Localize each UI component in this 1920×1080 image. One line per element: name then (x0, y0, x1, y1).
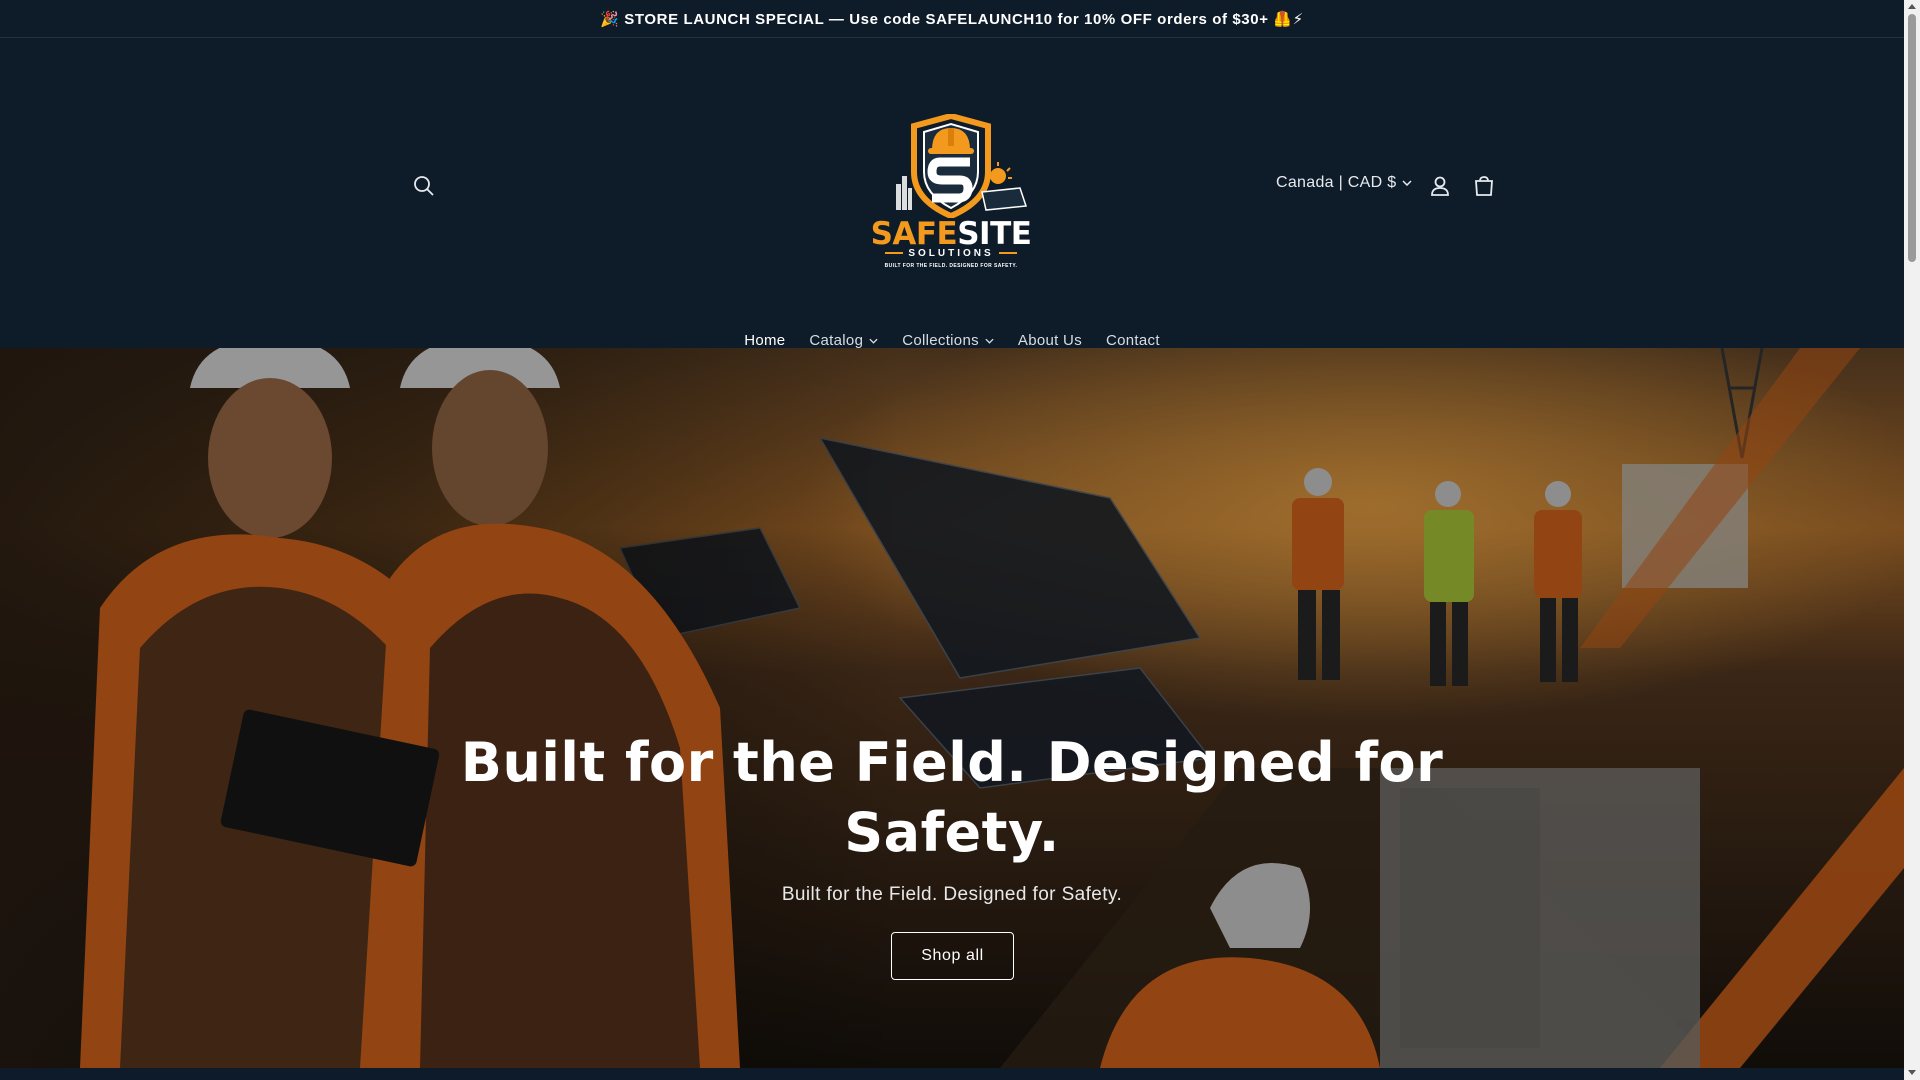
nav-item-collections[interactable]: Collections (890, 332, 1006, 349)
cart-icon[interactable] (1466, 168, 1502, 204)
logo-wordmark: SAFESITE (870, 216, 1032, 252)
hero-subtitle: Built for the Field. Designed for Safety… (781, 884, 1123, 905)
chevron-down-icon (869, 338, 878, 344)
logo-subtitle: SOLUTIONS (870, 248, 1032, 259)
scroll-down-arrow-icon[interactable] (1908, 1070, 1916, 1075)
nav-item-contact[interactable]: Contact (1094, 332, 1172, 349)
shield-emblem-icon (896, 112, 1028, 220)
hero-banner: Built for the Field. Designed for Safety… (0, 348, 1904, 1068)
page: 🎉 STORE LAUNCH SPECIAL — Use code SAFELA… (0, 0, 1904, 1080)
shop-all-button[interactable]: Shop all (891, 932, 1014, 980)
site-logo[interactable]: SAFESITE SOLUTIONS BUILT FOR THE FIELD. … (870, 112, 1032, 274)
logo-tagline: BUILT FOR THE FIELD. DESIGNED FOR SAFETY… (884, 263, 1018, 269)
nav-item-home[interactable]: Home (732, 332, 797, 349)
nav-item-about-us[interactable]: About Us (1006, 332, 1094, 349)
page-scrollbar[interactable] (1904, 0, 1920, 1080)
announcement-bar: 🎉 STORE LAUNCH SPECIAL — Use code SAFELA… (0, 0, 1904, 38)
nav-item-catalog[interactable]: Catalog (797, 332, 890, 349)
currency-selector[interactable]: Canada | CAD $ (1276, 174, 1412, 192)
scroll-thumb[interactable] (1908, 14, 1916, 262)
main-navigation: Home Catalog Collections About Us Contac… (0, 332, 1904, 349)
search-icon[interactable] (406, 168, 442, 204)
hero-content: Built for the Field. Designed for Safety… (0, 348, 1904, 1068)
scroll-up-arrow-icon[interactable] (1908, 4, 1916, 9)
account-icon[interactable] (1422, 168, 1458, 204)
hero-title: Built for the Field. Designed for Safety… (460, 731, 1444, 864)
announcement-text: 🎉 STORE LAUNCH SPECIAL — Use code SAFELA… (600, 10, 1304, 28)
chevron-down-icon (1402, 180, 1412, 186)
site-header: SAFESITE SOLUTIONS BUILT FOR THE FIELD. … (0, 38, 1904, 349)
chevron-down-icon (985, 338, 994, 344)
currency-label: Canada | CAD $ (1276, 174, 1397, 191)
